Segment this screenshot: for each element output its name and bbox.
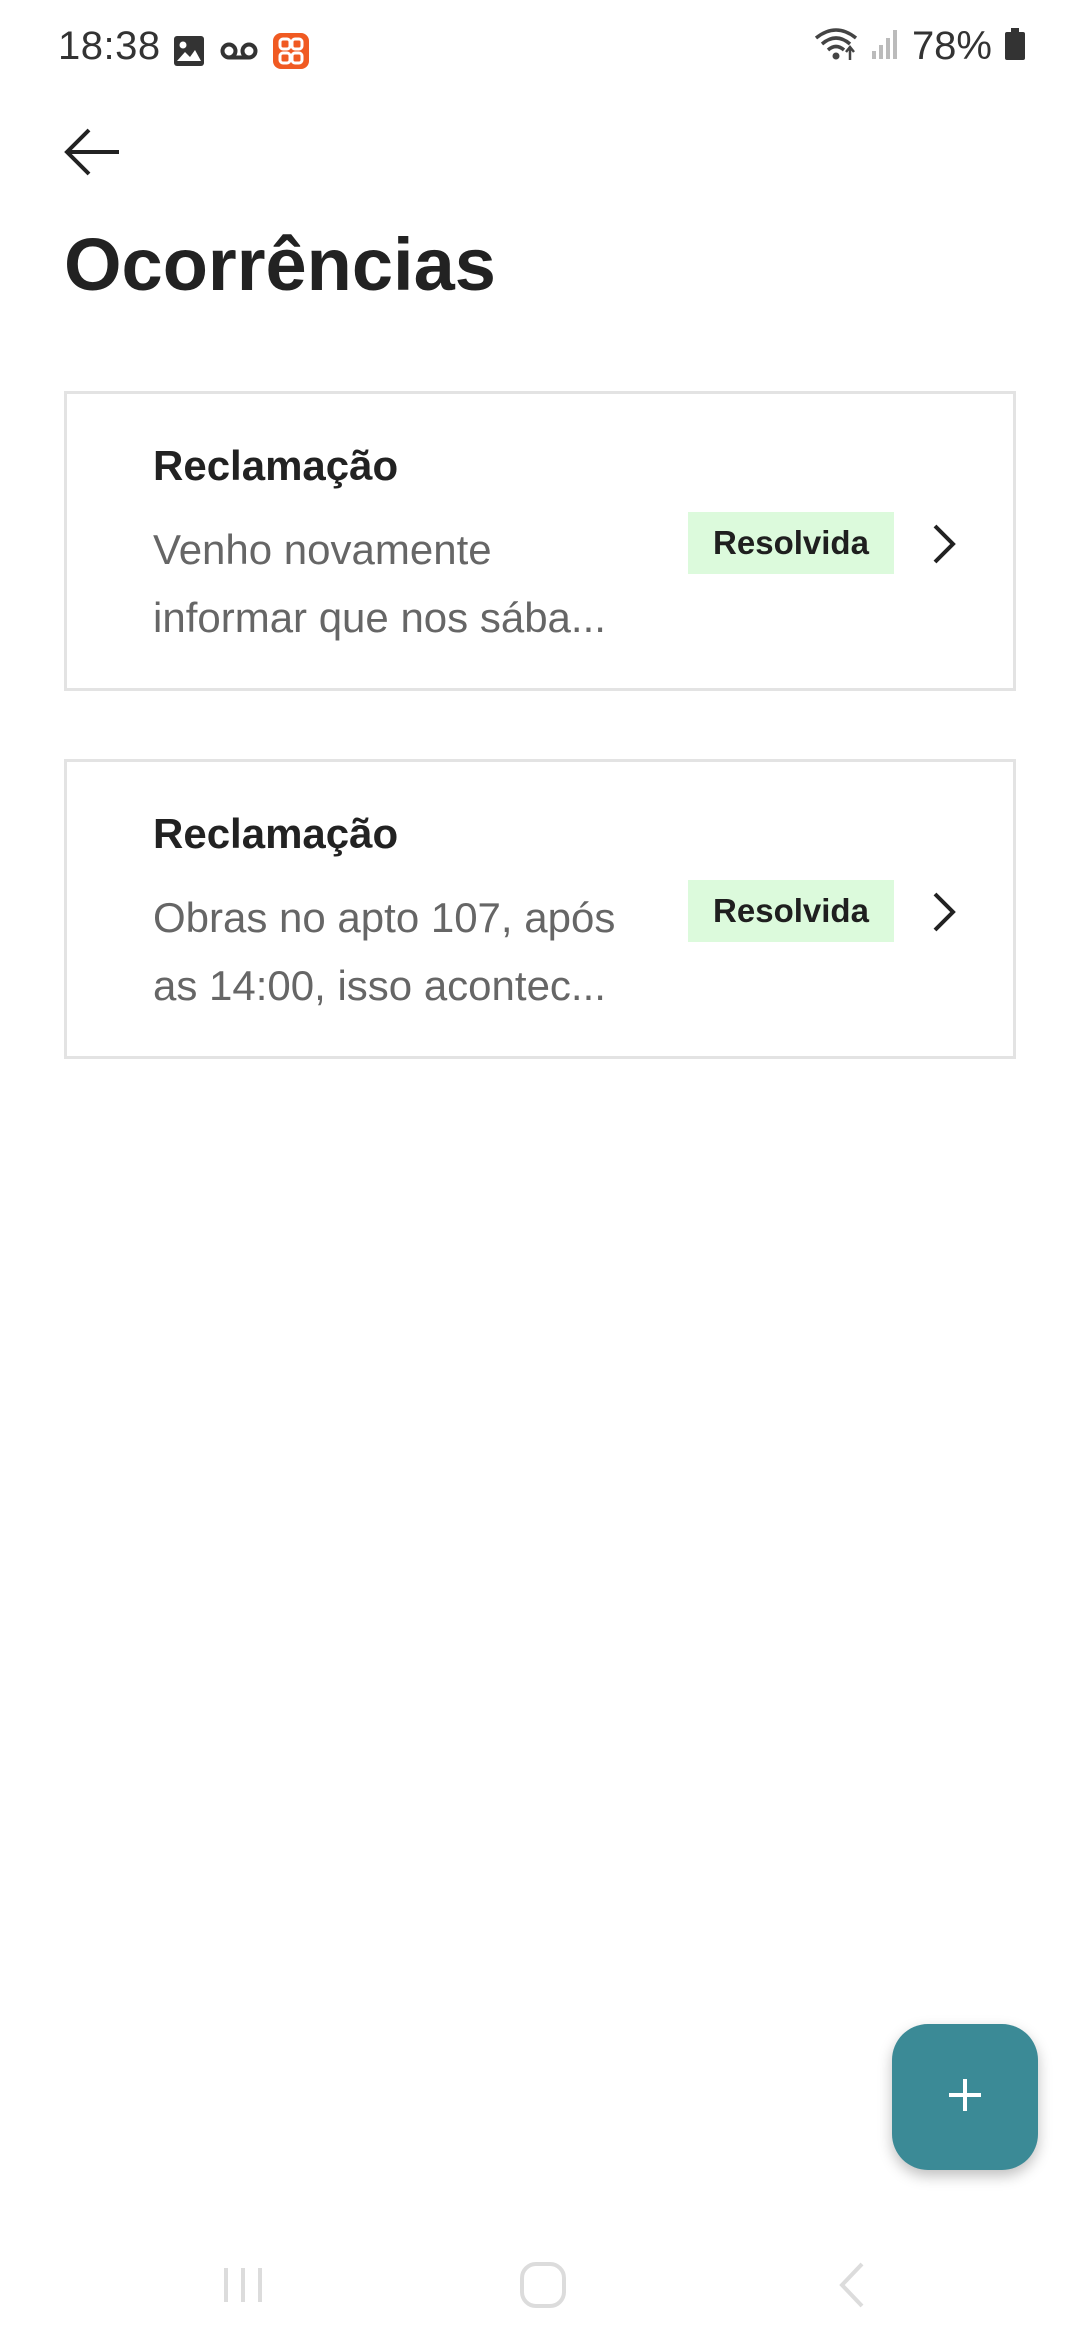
app-notification-icon	[272, 32, 310, 75]
status-left-icons	[172, 32, 310, 75]
status-bar: 18:38 78%	[0, 0, 1080, 100]
occurrence-card[interactable]: Reclamação Obras no apto 107, após as 14…	[64, 759, 1016, 1059]
occurrence-description: Obras no apto 107, após as 14:00, isso a…	[153, 894, 616, 1009]
chevron-right-icon	[925, 522, 965, 566]
wifi-icon	[814, 26, 858, 67]
image-icon	[172, 34, 206, 73]
back-nav-icon[interactable]	[828, 2260, 878, 2315]
battery-percentage: 78%	[911, 24, 992, 68]
battery-icon	[1004, 27, 1026, 66]
status-badge: Resolvida	[688, 880, 894, 942]
occurrence-type: Reclamação	[153, 442, 399, 489]
back-button[interactable]	[58, 122, 128, 186]
status-time: 18:38	[58, 24, 161, 68]
status-right: 78%	[814, 24, 1026, 69]
occurrence-card[interactable]: Reclamação Venho novamente informar que …	[64, 391, 1016, 691]
home-icon[interactable]	[518, 2260, 568, 2315]
recent-apps-icon[interactable]	[218, 2260, 268, 2315]
voicemail-icon	[220, 40, 258, 67]
page-title: Ocorrências	[64, 223, 496, 306]
occurrence-description: Venho novamente informar que nos sába...	[153, 526, 606, 641]
navigation-bar	[0, 2240, 1080, 2340]
arrow-left-icon	[63, 127, 123, 182]
add-occurrence-button[interactable]	[892, 2024, 1038, 2170]
chevron-right-icon	[925, 890, 965, 934]
occurrence-type: Reclamação	[153, 810, 399, 857]
status-badge: Resolvida	[688, 512, 894, 574]
signal-icon	[870, 27, 900, 66]
plus-icon	[947, 2077, 983, 2118]
